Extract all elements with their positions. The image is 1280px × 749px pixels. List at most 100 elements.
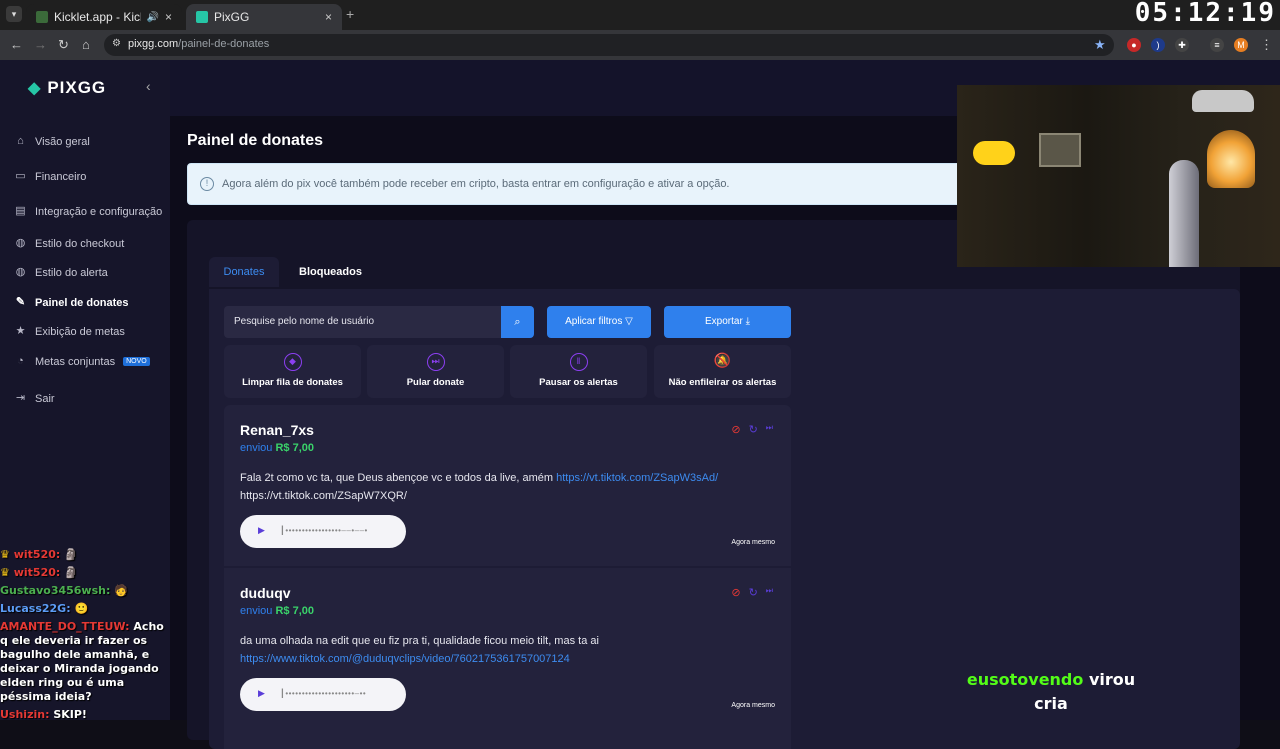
sidebar-item-exibicao-metas[interactable]: ★ Exibição de metas bbox=[14, 325, 125, 338]
sidebar-item-label: Integração e configuração bbox=[35, 205, 163, 218]
skip-icon[interactable]: ⏭ bbox=[766, 586, 773, 599]
audio-player[interactable]: ▶ ┃•••••••••••••••••••••–•• bbox=[240, 678, 406, 711]
forward-icon[interactable]: → bbox=[34, 37, 47, 52]
sidebar-item-label: Sair bbox=[35, 392, 55, 405]
playlist-icon[interactable]: ≡ bbox=[1210, 38, 1224, 52]
donation-amount-line: enviou R$ 7,00 bbox=[240, 605, 314, 617]
tab-donates[interactable]: Donates bbox=[209, 257, 279, 287]
replay-icon[interactable]: ↻ bbox=[749, 586, 758, 599]
skip-donate-button[interactable]: ⏭ Pular donate bbox=[367, 345, 504, 398]
donation-time: Agora mesmo bbox=[731, 702, 775, 709]
extensions-puzzle-icon[interactable]: ✚ bbox=[1175, 38, 1189, 52]
sidebar-item-integracao[interactable]: ▤ Integração e configuração bbox=[14, 205, 162, 218]
message-link[interactable]: https://vt.tiktok.com/ZSapW3sAd/ bbox=[556, 472, 718, 484]
export-button[interactable]: Exportar ⤓ bbox=[664, 306, 791, 338]
reload-icon[interactable]: ↻ bbox=[58, 37, 69, 53]
chat-text: 🗿 bbox=[64, 566, 78, 579]
replay-icon[interactable]: ↻ bbox=[749, 423, 758, 436]
button-label: Não enfileirar os alertas bbox=[668, 377, 777, 388]
sidebar-item-painel-donates[interactable]: ✎ Painel de donates bbox=[14, 296, 129, 309]
browser-tabbar: ▾ Kicklet.app - Kick Chatbot e 🔊 × PixGG… bbox=[0, 0, 1280, 30]
address-bar[interactable]: ⚙ pixgg.com/painel-de-donates ★ bbox=[104, 34, 1114, 56]
button-label: Pular donate bbox=[406, 377, 465, 388]
bookmark-star-icon[interactable]: ★ bbox=[1094, 37, 1106, 53]
collapse-sidebar-icon[interactable]: ‹ bbox=[146, 78, 151, 94]
message-link[interactable]: https://www.tiktok.com/@duduqvclips/vide… bbox=[240, 653, 570, 665]
chat-username: wit520: bbox=[13, 548, 61, 561]
chat-message: AMANTE_DO_TTEUW: Acho q ele deveria ir f… bbox=[0, 620, 172, 704]
tab-bloqueados[interactable]: Bloqueados bbox=[299, 266, 362, 278]
sidebar-item-estilo-checkout[interactable]: ◍ Estilo do checkout bbox=[14, 237, 125, 250]
extension-icon[interactable]: ) bbox=[1151, 38, 1165, 52]
star-icon: ★ bbox=[15, 325, 26, 337]
donor-name: duduqv bbox=[240, 585, 291, 601]
no-queue-alerts-button[interactable]: 🔕 Não enfileirar os alertas bbox=[654, 345, 791, 398]
sidebar-item-estilo-alerta[interactable]: ◍ Estilo do alerta bbox=[14, 266, 108, 279]
clear-queue-button[interactable]: ◆ Limpar fila de donates bbox=[224, 345, 361, 398]
logout-icon: ⇥ bbox=[15, 392, 26, 404]
sidebar-item-label: Painel de donates bbox=[35, 296, 129, 309]
search-button[interactable]: ⌕ bbox=[501, 306, 534, 338]
pixgg-favicon-icon bbox=[196, 11, 208, 23]
webcam-lamp bbox=[1207, 130, 1255, 188]
chat-text: SKIP! bbox=[53, 708, 87, 721]
profile-avatar[interactable]: M bbox=[1234, 38, 1248, 52]
logo-text: PIXGG bbox=[47, 78, 107, 97]
extension-icon[interactable]: ● bbox=[1127, 38, 1141, 52]
new-tab-button[interactable]: + bbox=[346, 6, 354, 22]
apply-filters-button[interactable]: Aplicar filtros ▽ bbox=[547, 306, 651, 338]
sidebar-item-sair[interactable]: ⇥ Sair bbox=[14, 392, 55, 405]
pixgg-logo-icon: ◆ bbox=[28, 80, 42, 97]
crown-icon: ♛ bbox=[0, 566, 10, 579]
tab-title: Kicklet.app - Kick Chatbot e bbox=[54, 10, 141, 24]
goals-icon: ◔ bbox=[17, 355, 24, 367]
browser-tab-pixgg[interactable]: PixGG × bbox=[186, 4, 342, 30]
sidebar-item-label: Visão geral bbox=[35, 135, 90, 148]
sidebar-item-label: Financeiro bbox=[35, 170, 87, 183]
waveform[interactable]: ┃•••••••••••••••••––•––• bbox=[280, 526, 368, 535]
donation-amount: R$ 7,00 bbox=[275, 605, 315, 617]
play-icon[interactable]: ▶ bbox=[258, 525, 265, 536]
info-text: Agora além do pix você também pode receb… bbox=[222, 178, 730, 190]
home-icon[interactable]: ⌂ bbox=[82, 37, 90, 52]
pixgg-logo[interactable]: ◆ PIXGG bbox=[28, 78, 106, 98]
waveform[interactable]: ┃•••••••••••••••••••••–•• bbox=[280, 689, 366, 698]
chat-username: Ushizin: bbox=[0, 708, 50, 721]
browser-tab-kicklet[interactable]: Kicklet.app - Kick Chatbot e 🔊 × bbox=[26, 4, 182, 30]
play-icon[interactable]: ▶ bbox=[258, 688, 265, 699]
palette-icon: ◍ bbox=[15, 266, 26, 278]
webcam-model-car bbox=[1192, 90, 1254, 112]
speaker-icon[interactable]: 🔊 bbox=[147, 12, 159, 23]
donation-message: Fala 2t como vc ta, que Deus abençoe vc … bbox=[240, 469, 770, 505]
chat-message: ♛ wit520: 🗿 bbox=[0, 548, 172, 562]
pause-alerts-button[interactable]: ‖ Pausar os alertas bbox=[510, 345, 647, 398]
chat-text: 🙂 bbox=[74, 602, 89, 615]
sidebar-item-label: Estilo do alerta bbox=[35, 266, 108, 279]
tab-search-button[interactable]: ▾ bbox=[6, 6, 22, 22]
back-icon[interactable]: ← bbox=[10, 37, 23, 52]
search-placeholder: Pesquise pelo nome de usuário bbox=[234, 316, 375, 327]
sidebar-item-metas-conjuntas[interactable]: ◔ Metas conjuntas NOVO bbox=[14, 355, 150, 368]
block-icon[interactable]: ⊘ bbox=[731, 423, 740, 436]
chat-text: 🧑 bbox=[114, 584, 128, 597]
browser-toolbar: ← → ↻ ⌂ ⚙ pixgg.com/painel-de-donates ★ … bbox=[0, 30, 1280, 60]
stream-clock: 05:12:19 bbox=[1134, 0, 1276, 28]
sidebar-item-financeiro[interactable]: ▭ Financeiro bbox=[14, 170, 86, 183]
sent-label: enviou bbox=[240, 442, 273, 454]
chat-message: Gustavo3456wsh: 🧑 bbox=[0, 584, 172, 598]
block-icon[interactable]: ⊘ bbox=[731, 586, 740, 599]
skip-icon[interactable]: ⏭ bbox=[766, 423, 773, 436]
search-input[interactable]: Pesquise pelo nome de usuário ⌕ bbox=[224, 306, 534, 338]
kicklet-favicon-icon bbox=[36, 11, 48, 23]
sidebar-item-visao-geral[interactable]: ⌂ Visão geral bbox=[14, 135, 90, 148]
wallet-icon: ▭ bbox=[15, 170, 26, 182]
chat-text: 🗿 bbox=[64, 548, 78, 561]
audio-player[interactable]: ▶ ┃•••••••••••••••••––•––• bbox=[240, 515, 406, 548]
donor-name: Renan_7xs bbox=[240, 422, 314, 438]
close-tab-icon[interactable]: × bbox=[165, 10, 172, 24]
crown-icon: ♛ bbox=[0, 548, 10, 561]
more-menu-icon[interactable]: ⋮ bbox=[1260, 37, 1273, 53]
site-info-icon[interactable]: ⚙ bbox=[112, 38, 121, 49]
close-tab-icon[interactable]: × bbox=[325, 10, 332, 24]
integration-icon: ▤ bbox=[15, 205, 26, 217]
